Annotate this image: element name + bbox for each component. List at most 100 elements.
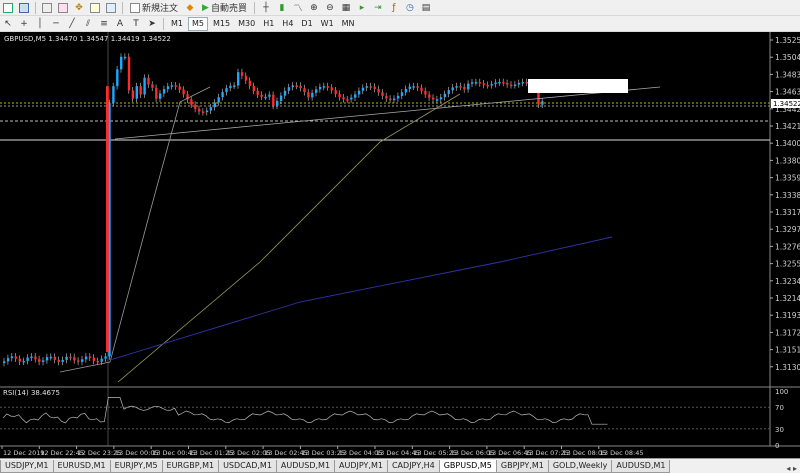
metaeditor-icon[interactable]: ◆ (183, 1, 197, 15)
bull-candle (315, 89, 318, 93)
chart-tab[interactable]: EURJPY,M5 (109, 460, 163, 473)
data-window-icon[interactable] (56, 1, 70, 15)
timeframe-h4[interactable]: H4 (279, 17, 296, 31)
bull-candle (361, 87, 365, 91)
profiles-icon[interactable] (17, 1, 31, 15)
bear-candle (432, 97, 435, 100)
timeframe-m15[interactable]: M15 (210, 17, 233, 31)
fibonacci-icon[interactable]: ≡ (97, 17, 111, 31)
bear-candle (38, 359, 41, 362)
chart-tab[interactable]: EURUSD,M1 (52, 460, 111, 473)
bull-candle (65, 356, 68, 360)
chart-tab[interactable]: AUDUSD,M1 (611, 460, 671, 473)
channel-icon[interactable]: ⫽ (81, 17, 95, 31)
timeframe-m1[interactable]: M1 (168, 17, 186, 31)
price-tick-label: 1.32140 (775, 294, 800, 303)
bear-candle (252, 85, 255, 91)
new-order-button[interactable]: 新規注文 (127, 1, 181, 15)
timeframe-h1[interactable]: H1 (260, 17, 277, 31)
chart-tab[interactable]: USDCAD,M1 (218, 460, 277, 473)
bull-candle (3, 361, 6, 364)
bull-candle (120, 56, 123, 70)
crosshair-icon[interactable]: + (17, 17, 31, 31)
bear-candle (525, 81, 528, 84)
periods-icon[interactable]: ◷ (403, 1, 417, 15)
rsi-tick-label: 100 (775, 388, 788, 396)
bear-candle (34, 356, 37, 360)
chart-shift-icon[interactable]: ⇥ (371, 1, 385, 15)
bull-candle (143, 77, 146, 95)
bull-candle (225, 88, 228, 93)
arrows-icon[interactable]: ➤ (145, 17, 159, 31)
bear-candle (147, 77, 150, 85)
bull-candle (116, 69, 119, 87)
text-icon[interactable]: A (113, 17, 127, 31)
bull-candle (45, 357, 49, 361)
new-chart-icon[interactable] (1, 1, 15, 15)
templates-icon[interactable]: ▤ (419, 1, 433, 15)
label-icon[interactable]: T (129, 17, 143, 31)
price-tick-label: 1.32345 (775, 277, 800, 286)
cursor-icon[interactable]: ↖ (1, 17, 15, 31)
price-chart[interactable]: 1.352501.350451.348351.346301.344201.342… (0, 32, 800, 458)
timeframes-toolbar: M1 M5 M15 M30 H1 H4 D1 W1 MN (167, 16, 359, 31)
chart-tab[interactable]: GBPJPY,M1 (495, 460, 549, 473)
timeframe-m30[interactable]: M30 (235, 17, 258, 31)
bull-candle (354, 94, 357, 98)
bull-candle (233, 85, 236, 87)
bull-candle (84, 356, 88, 360)
bear-candle (303, 88, 306, 93)
zoom-out-icon[interactable]: ⊖ (323, 1, 337, 15)
timeframe-mn[interactable]: MN (339, 17, 358, 31)
bear-candle (127, 56, 131, 91)
chart-tab[interactable]: AUDJPY,M1 (334, 460, 388, 473)
bear-candle (155, 87, 158, 99)
timeframe-d1[interactable]: D1 (298, 17, 315, 31)
bull-candle (221, 92, 224, 98)
terminal-icon[interactable] (88, 1, 102, 15)
line-chart-icon[interactable]: 〽 (291, 1, 305, 15)
tile-icon[interactable]: ▦ (339, 1, 353, 15)
zoom-in-icon[interactable]: ⊕ (307, 1, 321, 15)
tester-icon[interactable] (104, 1, 118, 15)
market-watch-icon[interactable] (40, 1, 54, 15)
timeframe-w1[interactable]: W1 (318, 17, 337, 31)
candlestick-icon[interactable]: ▮ (275, 1, 289, 15)
bull-candle (112, 86, 115, 103)
trendline-icon[interactable]: ╱ (65, 17, 79, 31)
horizontal-line-icon[interactable]: ─ (49, 17, 63, 31)
chart-info-label: GBPUSD,M5 1.34470 1.34547 1.34419 1.3452… (4, 35, 171, 43)
rsi-tick-label: 30 (775, 426, 784, 434)
chart-tab[interactable]: CADJPY,H4 (386, 460, 440, 473)
vertical-line-icon[interactable]: │ (33, 17, 47, 31)
timeframe-m5[interactable]: M5 (188, 16, 208, 31)
chart-tab[interactable]: GBPUSD,M5 (438, 460, 497, 473)
price-tick-label: 1.34005 (775, 139, 800, 148)
bear-candle (486, 84, 489, 87)
toolbar-separator (163, 17, 164, 30)
autotrading-button[interactable]: ▶ 自動売買 (199, 1, 250, 15)
bear-candle (385, 95, 388, 99)
bear-candle (240, 72, 244, 76)
chart-tab[interactable]: USDJPY,M1 (0, 460, 54, 473)
bull-candle (393, 98, 396, 101)
bull-candle (517, 82, 521, 85)
bear-candle (334, 90, 337, 94)
bull-candle (283, 90, 287, 96)
bar-chart-icon[interactable]: ┼ (259, 1, 273, 15)
bear-candle (190, 99, 193, 105)
bear-candle (182, 89, 185, 95)
chart-tab[interactable]: EURGBP,M1 (161, 460, 220, 473)
bull-candle (408, 86, 411, 89)
bear-candle (106, 86, 109, 353)
chart-tab[interactable]: AUDUSD,M1 (275, 460, 336, 473)
bull-candle (100, 358, 103, 362)
navigator-icon[interactable]: ✥ (72, 1, 86, 15)
bull-candle (26, 357, 29, 361)
price-tick-label: 1.35045 (775, 53, 800, 62)
chart-tab[interactable]: GOLD,Weekly (547, 460, 613, 473)
indicators-icon[interactable]: ƒ (387, 1, 401, 15)
bear-candle (272, 94, 275, 106)
bull-candle (22, 360, 25, 363)
autoscroll-icon[interactable]: ▸ (355, 1, 369, 15)
